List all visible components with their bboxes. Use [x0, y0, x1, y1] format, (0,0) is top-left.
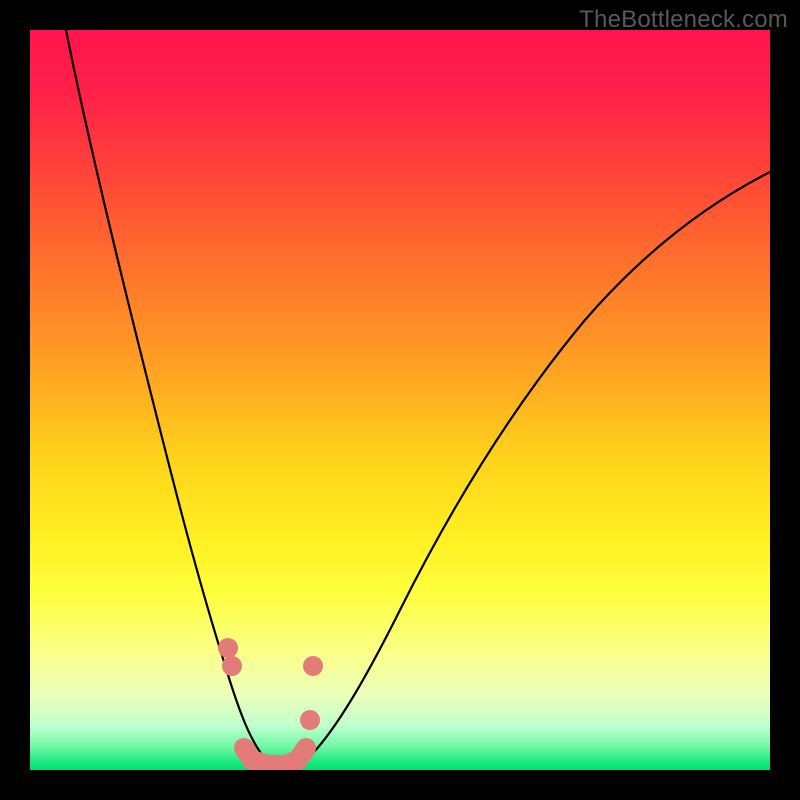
chart-frame: TheBottleneck.com: [0, 0, 800, 800]
chart-svg: [30, 30, 770, 770]
bottleneck-curve: [66, 30, 770, 767]
plot-area: [30, 30, 770, 770]
highlighted-points: [218, 638, 323, 765]
watermark-text: TheBottleneck.com: [579, 6, 788, 34]
